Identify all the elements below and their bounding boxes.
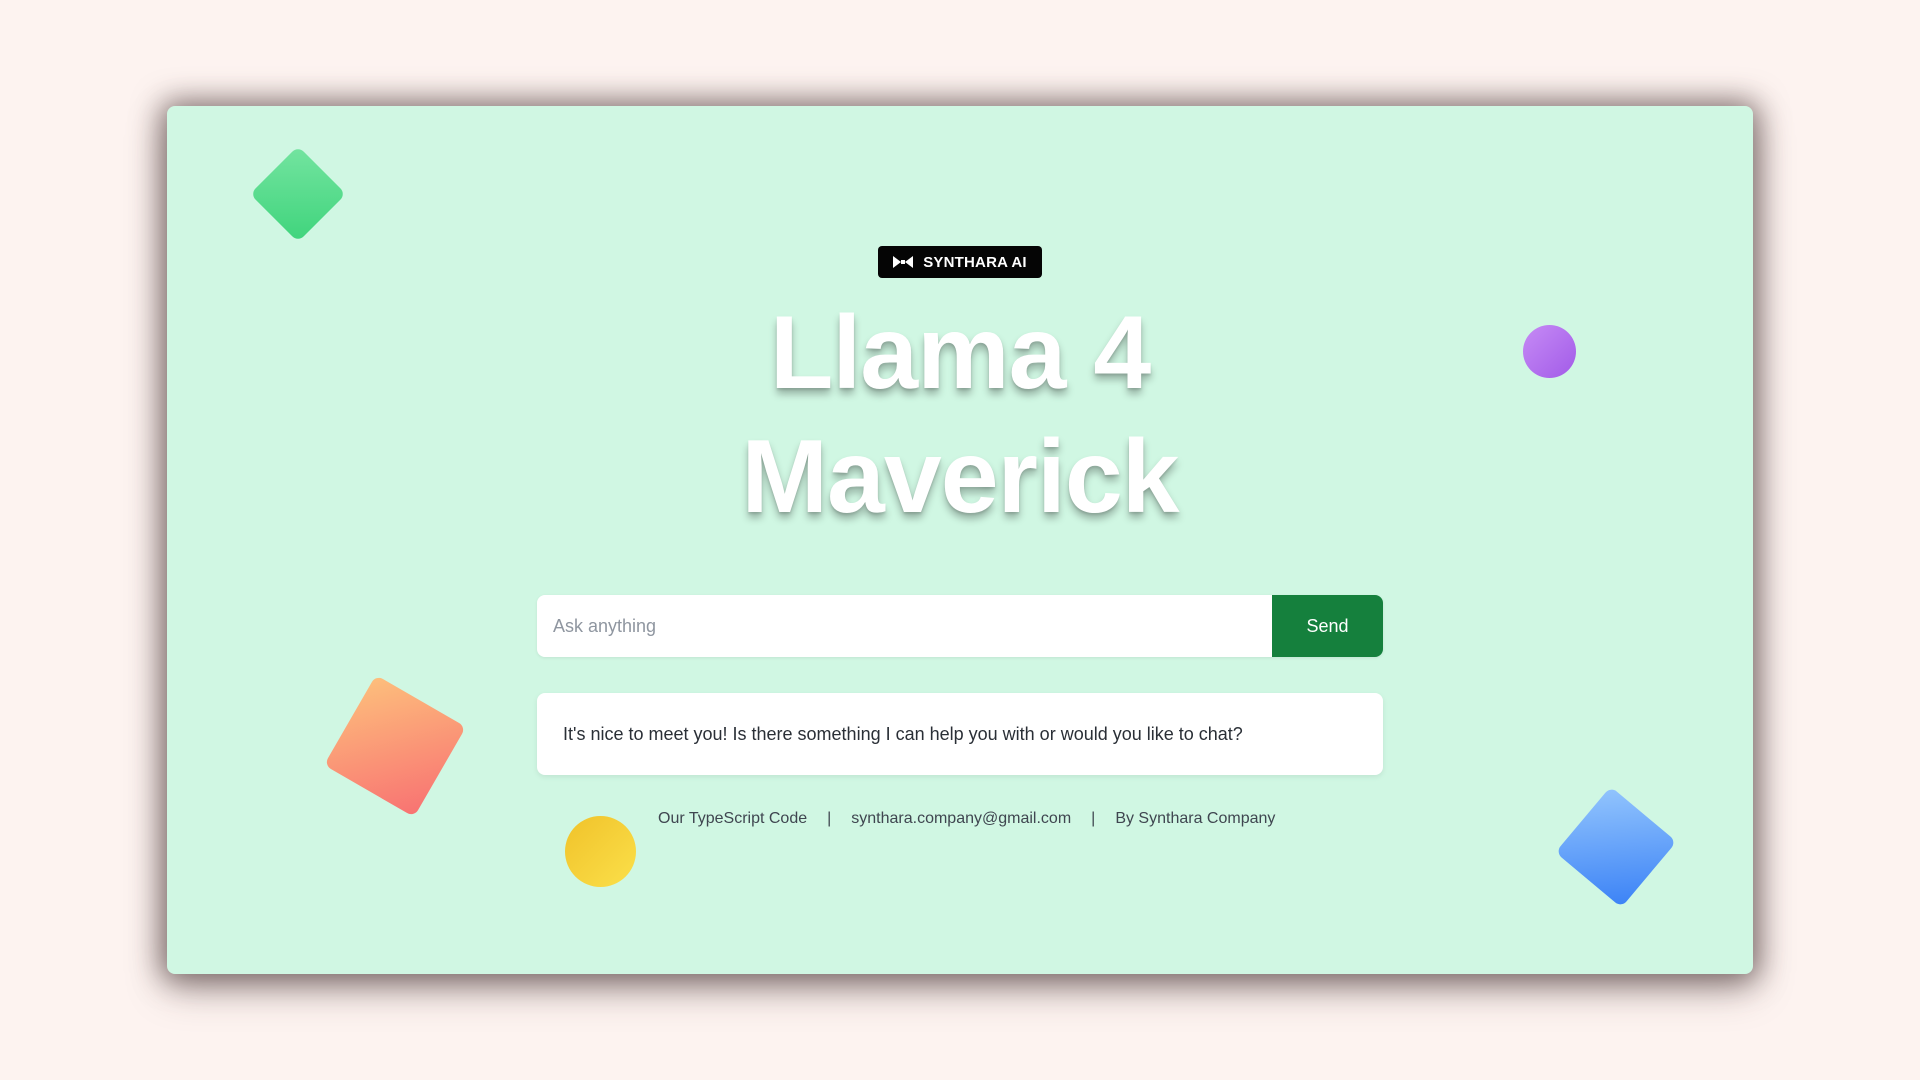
response-card: It's nice to meet you! Is there somethin…	[537, 693, 1383, 775]
title-line-2: Maverick	[741, 419, 1179, 535]
typescript-code-link[interactable]: Our TypeScript Code	[658, 810, 807, 828]
ask-input[interactable]	[537, 595, 1272, 657]
response-text: It's nice to meet you! Is there somethin…	[563, 723, 1243, 744]
footer: Our TypeScript Code | synthara.company@g…	[658, 810, 1275, 828]
company-credit: By Synthara Company	[1115, 810, 1276, 827]
chat-input-bar: Send	[537, 595, 1383, 657]
bowtie-logo-icon	[893, 256, 914, 268]
footer-separator: |	[827, 810, 832, 827]
app-window: SYNTHARA AI Llama 4 Maverick Send It's n…	[167, 106, 1753, 974]
email-link[interactable]: synthara.company@gmail.com	[851, 810, 1071, 828]
blue-diamond-decoration	[1555, 786, 1677, 908]
brand-label: SYNTHARA AI	[923, 253, 1027, 271]
title-line-1: Llama 4	[769, 295, 1151, 411]
send-button[interactable]: Send	[1272, 595, 1383, 657]
brand-badge: SYNTHARA AI	[878, 246, 1042, 278]
orange-square-decoration	[323, 674, 467, 818]
page-title: Llama 4 Maverick	[167, 291, 1753, 539]
yellow-circle-decoration	[565, 816, 636, 887]
footer-separator: |	[1091, 810, 1096, 827]
green-diamond-decoration	[249, 145, 347, 243]
